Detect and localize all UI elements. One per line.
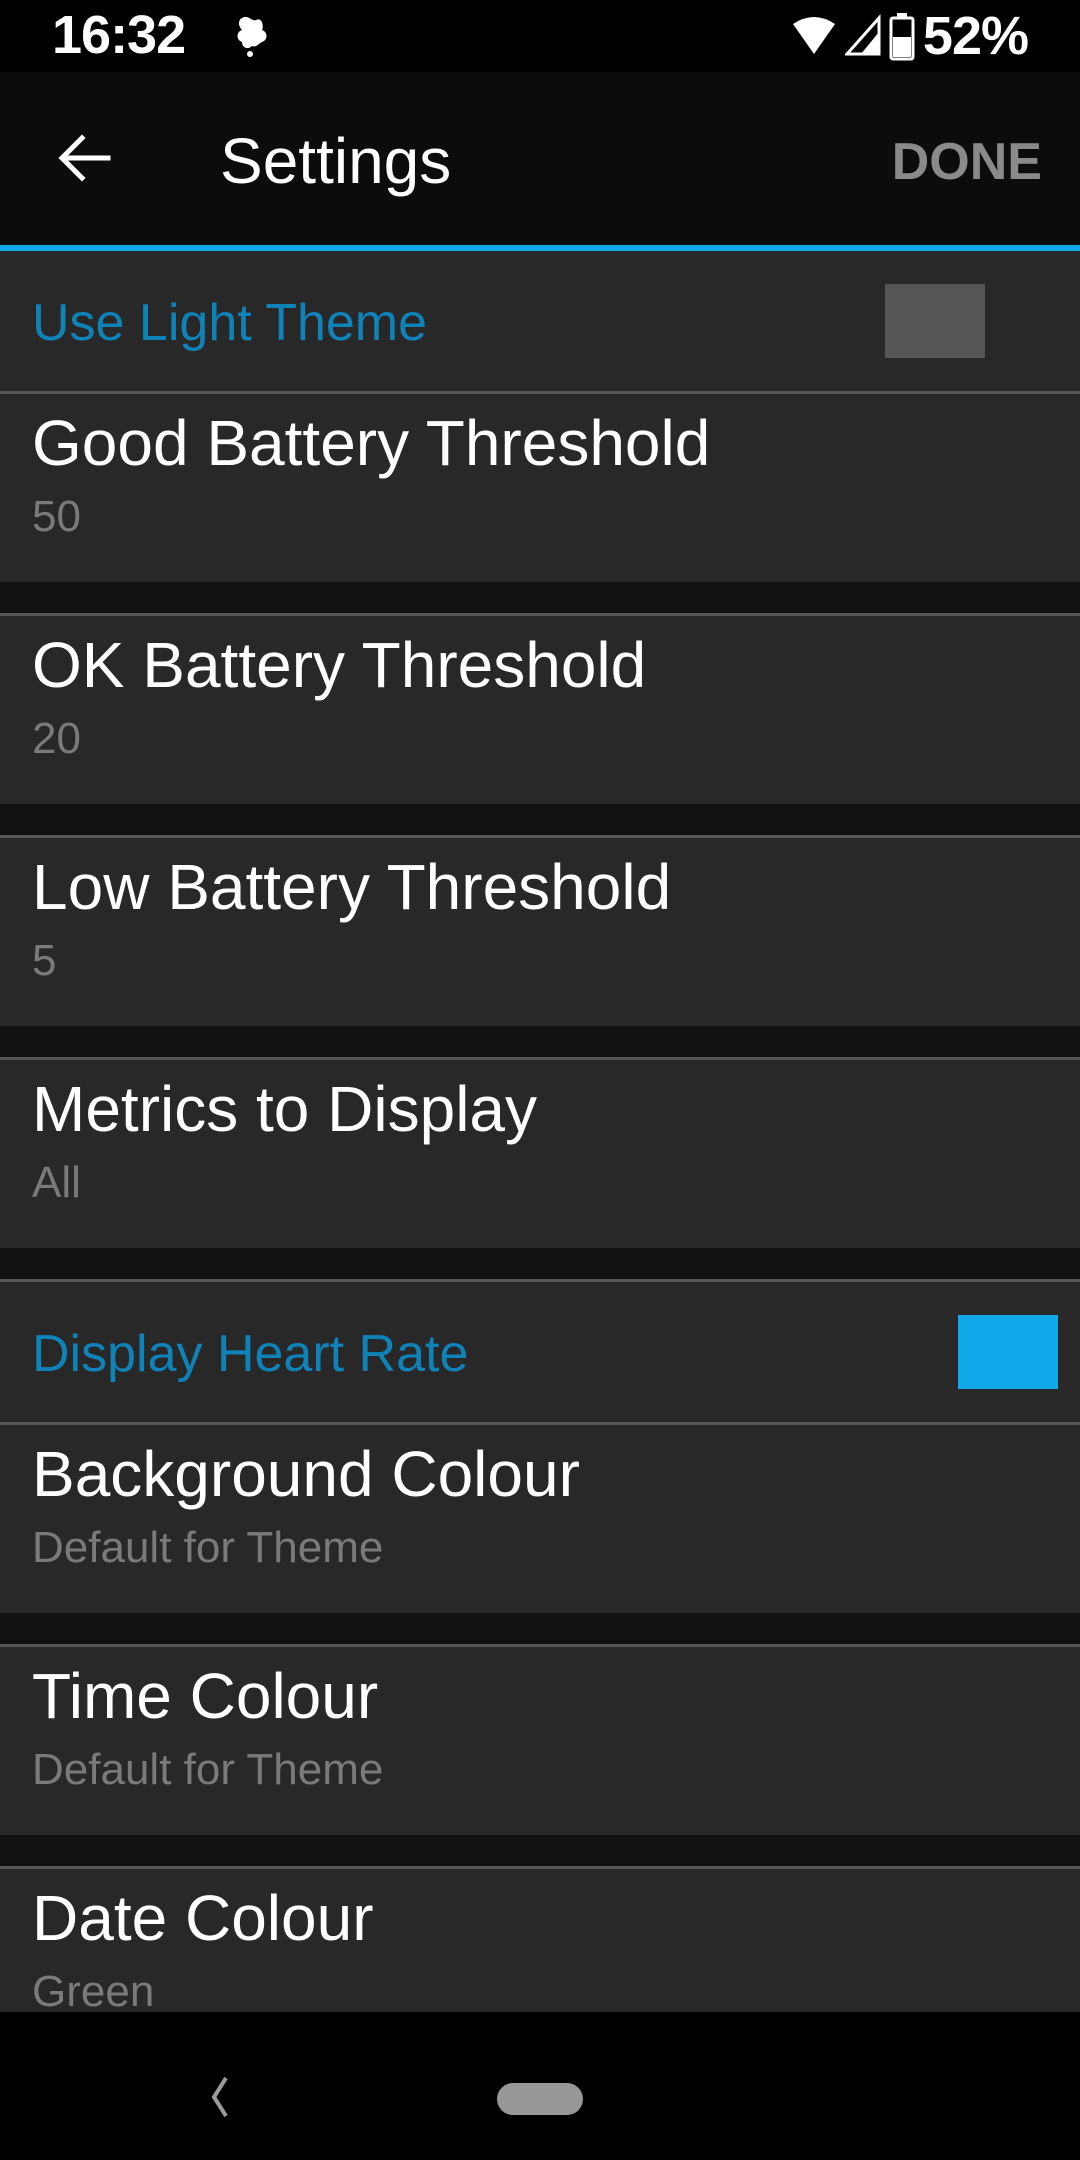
app-bar: Settings DONE bbox=[0, 72, 1080, 245]
done-button[interactable]: DONE bbox=[892, 132, 1042, 192]
setting-good-battery-threshold[interactable]: Good Battery Threshold 50 bbox=[0, 394, 1080, 582]
status-icons: 52% bbox=[791, 4, 1029, 68]
setting-value: 50 bbox=[32, 492, 81, 541]
wifi-icon bbox=[792, 17, 835, 54]
status-bar: 16:32 52% bbox=[0, 0, 1080, 72]
list-divider bbox=[0, 1026, 1080, 1060]
setting-ok-battery-threshold[interactable]: OK Battery Threshold 20 bbox=[0, 616, 1080, 804]
setting-title: Good Battery Threshold bbox=[32, 407, 711, 479]
use-light-theme-row[interactable]: Use Light Theme bbox=[0, 251, 1080, 394]
setting-metrics-to-display[interactable]: Metrics to Display All bbox=[0, 1060, 1080, 1248]
settings-list: Use Light Theme Good Battery Threshold 5… bbox=[0, 251, 1080, 2057]
page-title: Settings bbox=[220, 125, 452, 197]
battery-percent: 52% bbox=[922, 6, 1029, 66]
list-divider bbox=[0, 1613, 1080, 1647]
battery-icon bbox=[889, 13, 915, 61]
use-light-theme-toggle[interactable] bbox=[885, 284, 985, 358]
setting-low-battery-threshold[interactable]: Low Battery Threshold 5 bbox=[0, 838, 1080, 1026]
setting-value: Green bbox=[32, 1967, 155, 2016]
setting-background-colour[interactable]: Background Colour Default for Theme bbox=[0, 1425, 1080, 1613]
setting-title: Background Colour bbox=[32, 1438, 580, 1510]
back-button[interactable] bbox=[40, 122, 130, 194]
display-heart-rate-row[interactable]: Display Heart Rate bbox=[0, 1282, 1080, 1425]
nav-back-icon[interactable] bbox=[200, 2072, 240, 2122]
setting-title: Low Battery Threshold bbox=[32, 851, 672, 923]
system-nav-bar bbox=[0, 2012, 1080, 2160]
list-divider bbox=[0, 1835, 1080, 1869]
nav-home-pill-icon[interactable] bbox=[497, 2083, 583, 2115]
setting-value: 20 bbox=[32, 714, 81, 763]
status-time: 16:32 bbox=[52, 5, 186, 65]
list-divider bbox=[0, 582, 1080, 616]
cell-signal-icon bbox=[844, 14, 881, 56]
setting-value: All bbox=[32, 1158, 81, 1207]
use-light-theme-label: Use Light Theme bbox=[32, 294, 428, 352]
setting-title: Date Colour bbox=[32, 1882, 374, 1954]
list-divider bbox=[0, 804, 1080, 838]
setting-title: Time Colour bbox=[32, 1660, 379, 1732]
setting-title: OK Battery Threshold bbox=[32, 629, 647, 701]
app-notification-icon bbox=[237, 16, 267, 57]
arrow-left-icon bbox=[58, 134, 111, 182]
display-heart-rate-label: Display Heart Rate bbox=[32, 1325, 469, 1383]
setting-value: Default for Theme bbox=[32, 1523, 384, 1572]
setting-value: 5 bbox=[32, 936, 57, 985]
display-heart-rate-toggle[interactable] bbox=[958, 1315, 1058, 1389]
setting-time-colour[interactable]: Time Colour Default for Theme bbox=[0, 1647, 1080, 1835]
list-divider bbox=[0, 1248, 1080, 1282]
setting-value: Default for Theme bbox=[32, 1745, 384, 1794]
setting-title: Metrics to Display bbox=[32, 1073, 537, 1145]
